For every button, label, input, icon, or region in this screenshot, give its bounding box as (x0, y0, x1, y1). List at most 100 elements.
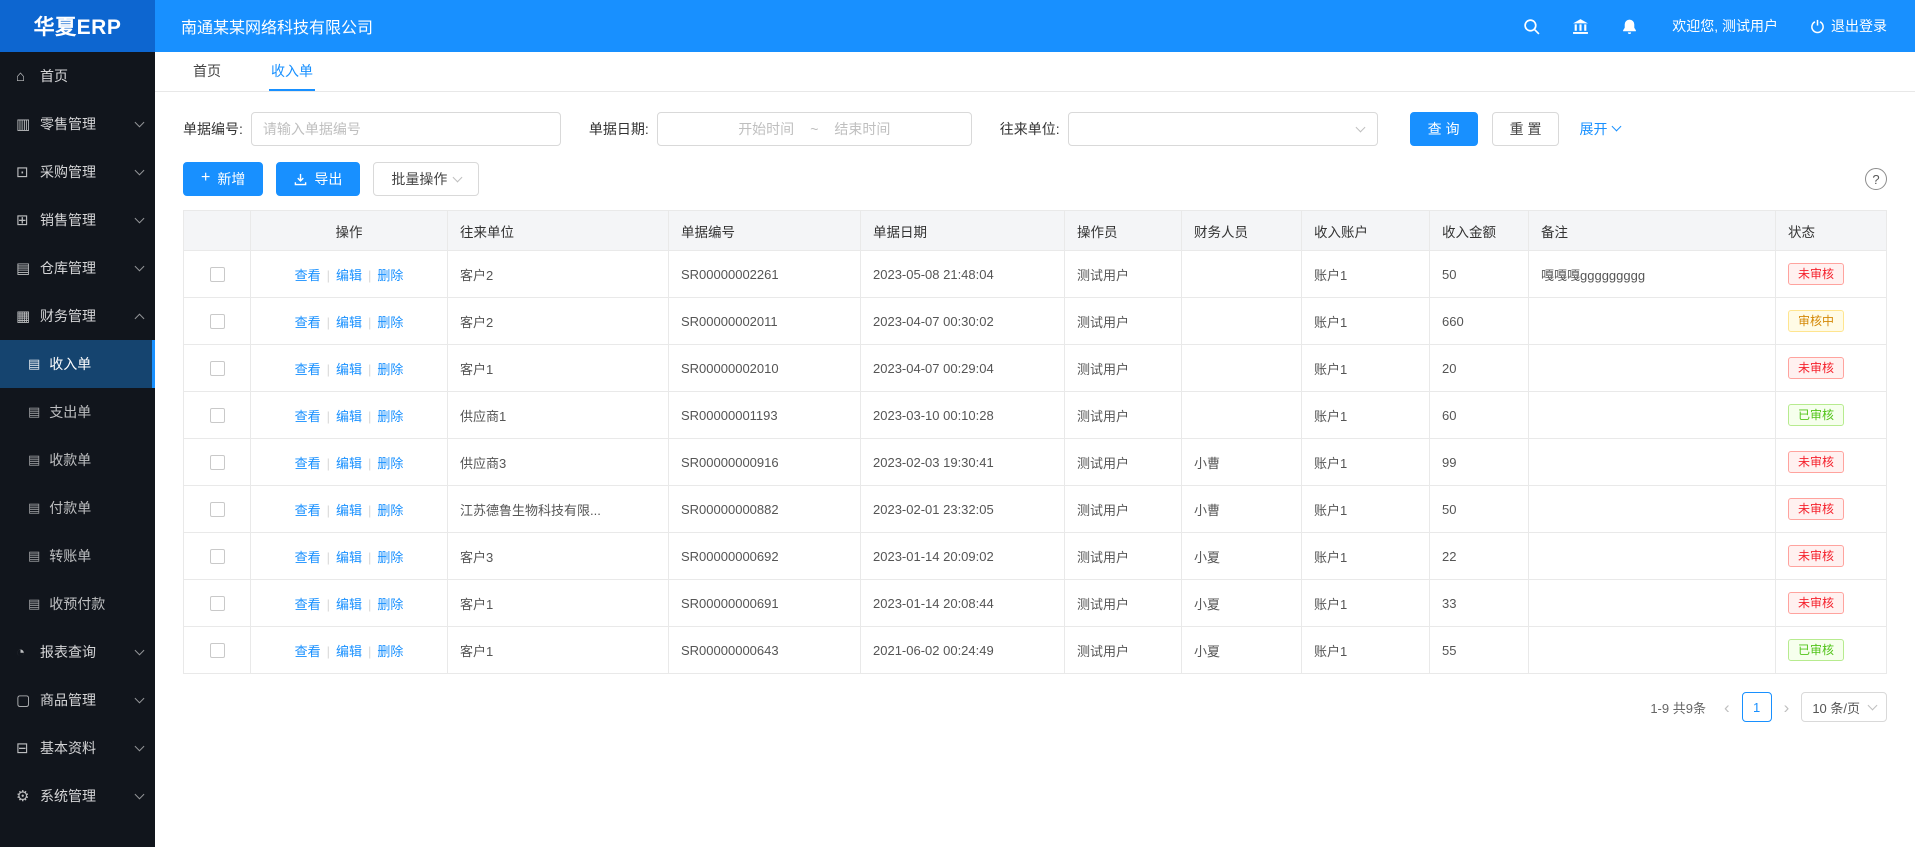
page-size-select[interactable]: 10 条/页 (1801, 692, 1887, 722)
op-view-link[interactable]: 查看 (295, 597, 321, 612)
row-checkbox[interactable] (210, 408, 225, 423)
status-cell: 未审核 (1776, 580, 1887, 627)
op-delete-link[interactable]: 删除 (377, 644, 403, 659)
document-icon: ▤ (28, 548, 40, 564)
retail-icon: ▥ (16, 115, 40, 133)
export-button[interactable]: 导出 (276, 162, 360, 196)
search-icon[interactable] (1523, 18, 1540, 35)
cell-remark (1529, 580, 1776, 627)
sidebar-subitem-expense[interactable]: ▤支出单 (0, 388, 155, 436)
sidebar-subitem-label: 转账单 (49, 546, 91, 566)
sidebar-item-label: 基本资料 (40, 738, 96, 758)
sidebar-item-label: 系统管理 (40, 786, 96, 806)
op-delete-link[interactable]: 删除 (377, 315, 403, 330)
op-edit-link[interactable]: 编辑 (336, 503, 362, 518)
row-checkbox[interactable] (210, 455, 225, 470)
op-view-link[interactable]: 查看 (295, 456, 321, 471)
row-checkbox[interactable] (210, 361, 225, 376)
cell-operator: 测试用户 (1065, 486, 1182, 533)
status-badge: 已审核 (1788, 404, 1844, 426)
sidebar-item-finance[interactable]: ▦财务管理 (0, 292, 155, 340)
sidebar-subitem-receipt[interactable]: ▤收款单 (0, 436, 155, 484)
sidebar-subitem-advance[interactable]: ▤收预付款 (0, 580, 155, 628)
op-edit-link[interactable]: 编辑 (336, 268, 362, 283)
op-delete-link[interactable]: 删除 (377, 503, 403, 518)
sidebar-item-system[interactable]: ⚙系统管理 (0, 772, 155, 820)
op-edit-link[interactable]: 编辑 (336, 315, 362, 330)
tab-home[interactable]: 首页 (191, 52, 223, 91)
op-delete-link[interactable]: 删除 (377, 362, 403, 377)
op-edit-link[interactable]: 编辑 (336, 597, 362, 612)
op-delete-link[interactable]: 删除 (377, 268, 403, 283)
op-view-link[interactable]: 查看 (295, 503, 321, 518)
sidebar-subitem-payment[interactable]: ▤付款单 (0, 484, 155, 532)
current-page-button[interactable]: 1 (1742, 692, 1772, 722)
cell-account: 账户1 (1302, 392, 1430, 439)
table-row: 查看|编辑|删除客户2SR000000022612023-05-08 21:48… (184, 251, 1887, 298)
next-page-button[interactable]: › (1781, 699, 1793, 716)
op-view-link[interactable]: 查看 (295, 268, 321, 283)
sidebar-item-sales[interactable]: ⊞销售管理 (0, 196, 155, 244)
sidebar-item-retail[interactable]: ▥零售管理 (0, 100, 155, 148)
op-edit-link[interactable]: 编辑 (336, 456, 362, 471)
op-edit-link[interactable]: 编辑 (336, 409, 362, 424)
cell-account: 账户1 (1302, 627, 1430, 674)
search-button[interactable]: 查 询 (1410, 112, 1478, 146)
expand-link[interactable]: 展开 (1579, 119, 1620, 139)
op-view-link[interactable]: 查看 (295, 315, 321, 330)
cell-date: 2023-03-10 00:10:28 (861, 392, 1065, 439)
checkbox-cell (184, 486, 251, 533)
row-checkbox[interactable] (210, 267, 225, 282)
chevron-down-icon (135, 166, 145, 176)
checkbox-cell (184, 439, 251, 486)
sidebar-item-warehouse[interactable]: ▤仓库管理 (0, 244, 155, 292)
op-delete-link[interactable]: 删除 (377, 456, 403, 471)
op-delete-link[interactable]: 删除 (377, 550, 403, 565)
date-range-picker[interactable]: 开始时间 ~ 结束时间 (657, 112, 972, 146)
cell-date: 2023-04-07 00:30:02 (861, 298, 1065, 345)
sidebar-item-basic[interactable]: ⊟基本资料 (0, 724, 155, 772)
sales-icon: ⊞ (16, 211, 40, 229)
row-checkbox[interactable] (210, 502, 225, 517)
export-label: 导出 (314, 169, 342, 189)
bell-icon[interactable] (1621, 18, 1638, 35)
status-cell: 未审核 (1776, 251, 1887, 298)
sidebar-subitem-transfer[interactable]: ▤ 转账单 (0, 532, 155, 580)
op-edit-link[interactable]: 编辑 (336, 550, 362, 565)
sidebar-item-purchase[interactable]: ⊡采购管理 (0, 148, 155, 196)
bill-date-label: 单据日期: (589, 119, 649, 139)
table-row: 查看|编辑|删除客户1SR000000020102023-04-07 00:29… (184, 345, 1887, 392)
help-icon[interactable]: ? (1865, 168, 1887, 190)
tab-income-bill[interactable]: 收入单 (269, 52, 315, 91)
table-row: 查看|编辑|删除供应商1SR000000011932023-03-10 00:1… (184, 392, 1887, 439)
row-checkbox[interactable] (210, 314, 225, 329)
bill-no-input[interactable] (251, 112, 561, 146)
row-checkbox[interactable] (210, 549, 225, 564)
unit-select[interactable] (1068, 112, 1378, 146)
op-view-link[interactable]: 查看 (295, 409, 321, 424)
row-checkbox[interactable] (210, 596, 225, 611)
date-end-placeholder: 结束时间 (834, 119, 890, 139)
op-view-link[interactable]: 查看 (295, 362, 321, 377)
row-checkbox[interactable] (210, 643, 225, 658)
add-button[interactable]: + 新增 (183, 162, 263, 196)
sidebar-item-home[interactable]: ⌂首页 (0, 52, 155, 100)
op-delete-link[interactable]: 删除 (377, 597, 403, 612)
bank-icon[interactable] (1572, 18, 1589, 35)
op-view-link[interactable]: 查看 (295, 550, 321, 565)
reset-button[interactable]: 重 置 (1492, 112, 1560, 146)
sidebar-item-goods[interactable]: ▢商品管理 (0, 676, 155, 724)
op-delete-link[interactable]: 删除 (377, 409, 403, 424)
sidebar-item-report[interactable]: ◔报表查询 (0, 628, 155, 676)
chevron-down-icon (135, 646, 145, 656)
op-edit-link[interactable]: 编辑 (336, 362, 362, 377)
cell-unit: 客户2 (448, 298, 669, 345)
batch-operations-button[interactable]: 批量操作 (373, 162, 479, 196)
status-cell: 已审核 (1776, 392, 1887, 439)
op-edit-link[interactable]: 编辑 (336, 644, 362, 659)
add-label: 新增 (217, 169, 245, 189)
prev-page-button[interactable]: ‹ (1721, 699, 1733, 716)
op-view-link[interactable]: 查看 (295, 644, 321, 659)
logout-button[interactable]: 退出登录 (1810, 16, 1887, 36)
sidebar-subitem-income[interactable]: ▤收入单 (0, 340, 155, 388)
